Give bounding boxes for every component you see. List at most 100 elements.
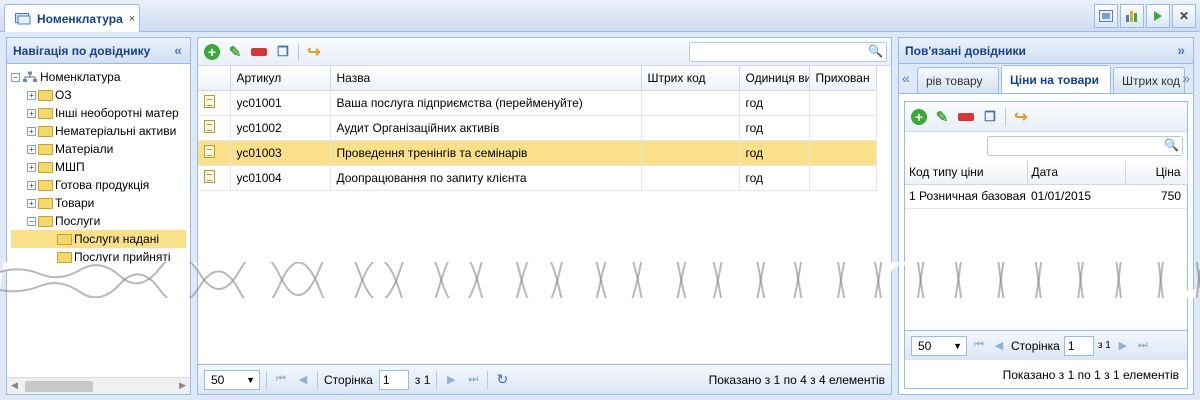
folder-icon [57, 233, 72, 245]
tree-child-item[interactable]: Послуги надані [11, 230, 186, 248]
first-page-icon[interactable]: ⏮ [273, 373, 289, 386]
folder-icon [38, 143, 53, 155]
copy-icon[interactable]: ❐ [274, 43, 292, 61]
share-icon[interactable]: ↪ [1012, 108, 1030, 126]
table-row[interactable]: ус01004 Доопрацювання по запиту клієнта го… [198, 165, 877, 191]
search-input[interactable]: 🔍 [689, 42, 887, 62]
prev-page-icon[interactable]: ◀ [991, 339, 1007, 352]
cell-sku: ус01003 [230, 140, 331, 166]
expand-icon[interactable]: + [27, 180, 36, 190]
tab-prices[interactable]: Ціни на товари [1001, 65, 1111, 93]
collapse-icon[interactable]: − [27, 216, 36, 226]
page-label: Сторінка [324, 372, 373, 387]
related-panel: Пов'язані довідники » « рів товару Ціни … [898, 37, 1194, 395]
cell-barcode [641, 140, 740, 166]
col-unit[interactable]: Одиниця ви [739, 66, 810, 91]
cell-hidden [809, 165, 877, 191]
expand-icon[interactable]: + [27, 108, 36, 118]
collapse-left-icon[interactable]: « [174, 42, 182, 58]
search-icon: 🔍 [868, 44, 883, 58]
col-hidden[interactable]: Прихован [809, 66, 877, 91]
share-icon[interactable]: ↪ [305, 43, 323, 61]
first-page-icon[interactable]: ⏮ [971, 339, 987, 352]
scroll-left-icon[interactable]: ◀ [11, 380, 18, 391]
tree-item[interactable]: + ОЗ [11, 86, 186, 104]
table-row[interactable]: ус01001 Ваша послуга підприємства (перейм… [198, 90, 877, 116]
page-input[interactable]: 1 [1063, 335, 1094, 356]
tree-item[interactable]: + Товари [11, 194, 186, 212]
tree-item[interactable]: + МШП [11, 158, 186, 176]
scroll-right-icon[interactable]: ▶ [179, 380, 186, 391]
horizontal-scrollbar[interactable]: ◀ ▶ [7, 377, 190, 394]
cell-sku: ус01002 [230, 115, 331, 141]
tree-item[interactable]: + Матеріали [11, 140, 186, 158]
table-row[interactable]: 1 Розничная базовая 01/01/2015 750 [905, 184, 1187, 209]
tab-item-groups[interactable]: рів товару [917, 67, 999, 93]
chevron-down-icon: ▼ [953, 340, 962, 351]
play-icon[interactable] [1146, 4, 1170, 28]
col-price-type[interactable]: Код типу ціни [905, 160, 1028, 185]
add-icon[interactable]: + [911, 108, 927, 125]
collapse-right-icon[interactable]: » [1177, 42, 1185, 58]
window-icon [15, 12, 31, 24]
add-icon[interactable]: + [204, 43, 220, 60]
page-size-select[interactable]: 50 ▼ [204, 369, 260, 390]
tree-item[interactable]: + Нематеріальні активи [11, 122, 186, 140]
tree-item[interactable]: − Послуги [11, 212, 186, 230]
related-panel-title: Пов'язані довідники [905, 43, 1026, 58]
tab-barcodes[interactable]: Штрих код [1113, 67, 1185, 93]
export-icon[interactable] [1094, 4, 1118, 28]
refresh-icon[interactable]: ↻ [494, 371, 510, 388]
tree-root[interactable]: − Номенклатура [11, 68, 186, 86]
copy-icon[interactable]: ❐ [981, 108, 999, 126]
edit-icon[interactable]: ✎ [226, 43, 244, 61]
document-icon [204, 94, 215, 108]
expand-icon[interactable]: + [27, 126, 36, 136]
scrollbar-thumb[interactable] [25, 381, 93, 392]
nav-panel-header: Навігація по довіднику « [7, 38, 190, 64]
collapse-icon[interactable]: − [11, 72, 20, 82]
delete-icon[interactable] [957, 108, 975, 126]
page-size-select[interactable]: 50 ▼ [911, 335, 967, 356]
table-row[interactable]: ус01002 Аудит Організаційних активів год [198, 115, 877, 141]
tab-nomenclature[interactable]: Номенклатура × [4, 4, 140, 32]
folder-icon [38, 107, 53, 119]
delete-icon[interactable] [250, 43, 268, 61]
page-input[interactable]: 1 [378, 369, 409, 390]
col-sku[interactable]: Артикул [230, 66, 331, 91]
row-icon-cell [198, 90, 231, 116]
expand-icon[interactable]: + [27, 198, 36, 208]
edit-icon[interactable]: ✎ [933, 108, 951, 126]
tab-scroll-left-icon[interactable]: « [902, 70, 910, 86]
expand-icon[interactable]: + [27, 162, 36, 172]
folder-icon [38, 89, 53, 101]
next-page-icon[interactable]: ▶ [443, 373, 459, 386]
last-page-icon[interactable]: ⏭ [465, 373, 481, 386]
tree-item[interactable]: + Інші необоротні матер [11, 104, 186, 122]
col-date[interactable]: Дата [1027, 160, 1126, 185]
expand-icon[interactable]: + [27, 144, 36, 154]
cell-barcode [641, 90, 740, 116]
tree-child-item[interactable]: Послуги прийняті [11, 248, 186, 266]
col-price[interactable]: Ціна [1125, 160, 1188, 185]
row-icon-cell [198, 115, 231, 141]
tree-item-label: Послуги прийняті [74, 250, 171, 264]
col-barcode[interactable]: Штрих код [641, 66, 740, 91]
next-page-icon[interactable]: ▶ [1115, 339, 1131, 352]
close-icon[interactable]: ✕ [1172, 4, 1196, 28]
prices-search-input[interactable]: 🔍 [987, 136, 1183, 156]
tree-item[interactable]: + Готова продукція [11, 176, 186, 194]
tab-scroll-right-icon[interactable]: » [1182, 70, 1190, 86]
tab-close-icon[interactable]: × [129, 13, 135, 25]
last-page-icon[interactable]: ⏭ [1135, 339, 1151, 352]
chart-icon[interactable] [1120, 4, 1144, 28]
cell-sku: ус01001 [230, 90, 331, 116]
prev-page-icon[interactable]: ◀ [295, 373, 311, 386]
expand-icon[interactable]: + [27, 90, 36, 100]
row-icon-cell [198, 140, 231, 166]
table-row[interactable]: ус01003 Проведення тренінгів та семінарів… [198, 140, 877, 166]
col-name[interactable]: Назва [330, 66, 642, 91]
cell-hidden [809, 140, 877, 166]
pager-separator [266, 370, 267, 389]
row-icon-cell [198, 165, 231, 191]
